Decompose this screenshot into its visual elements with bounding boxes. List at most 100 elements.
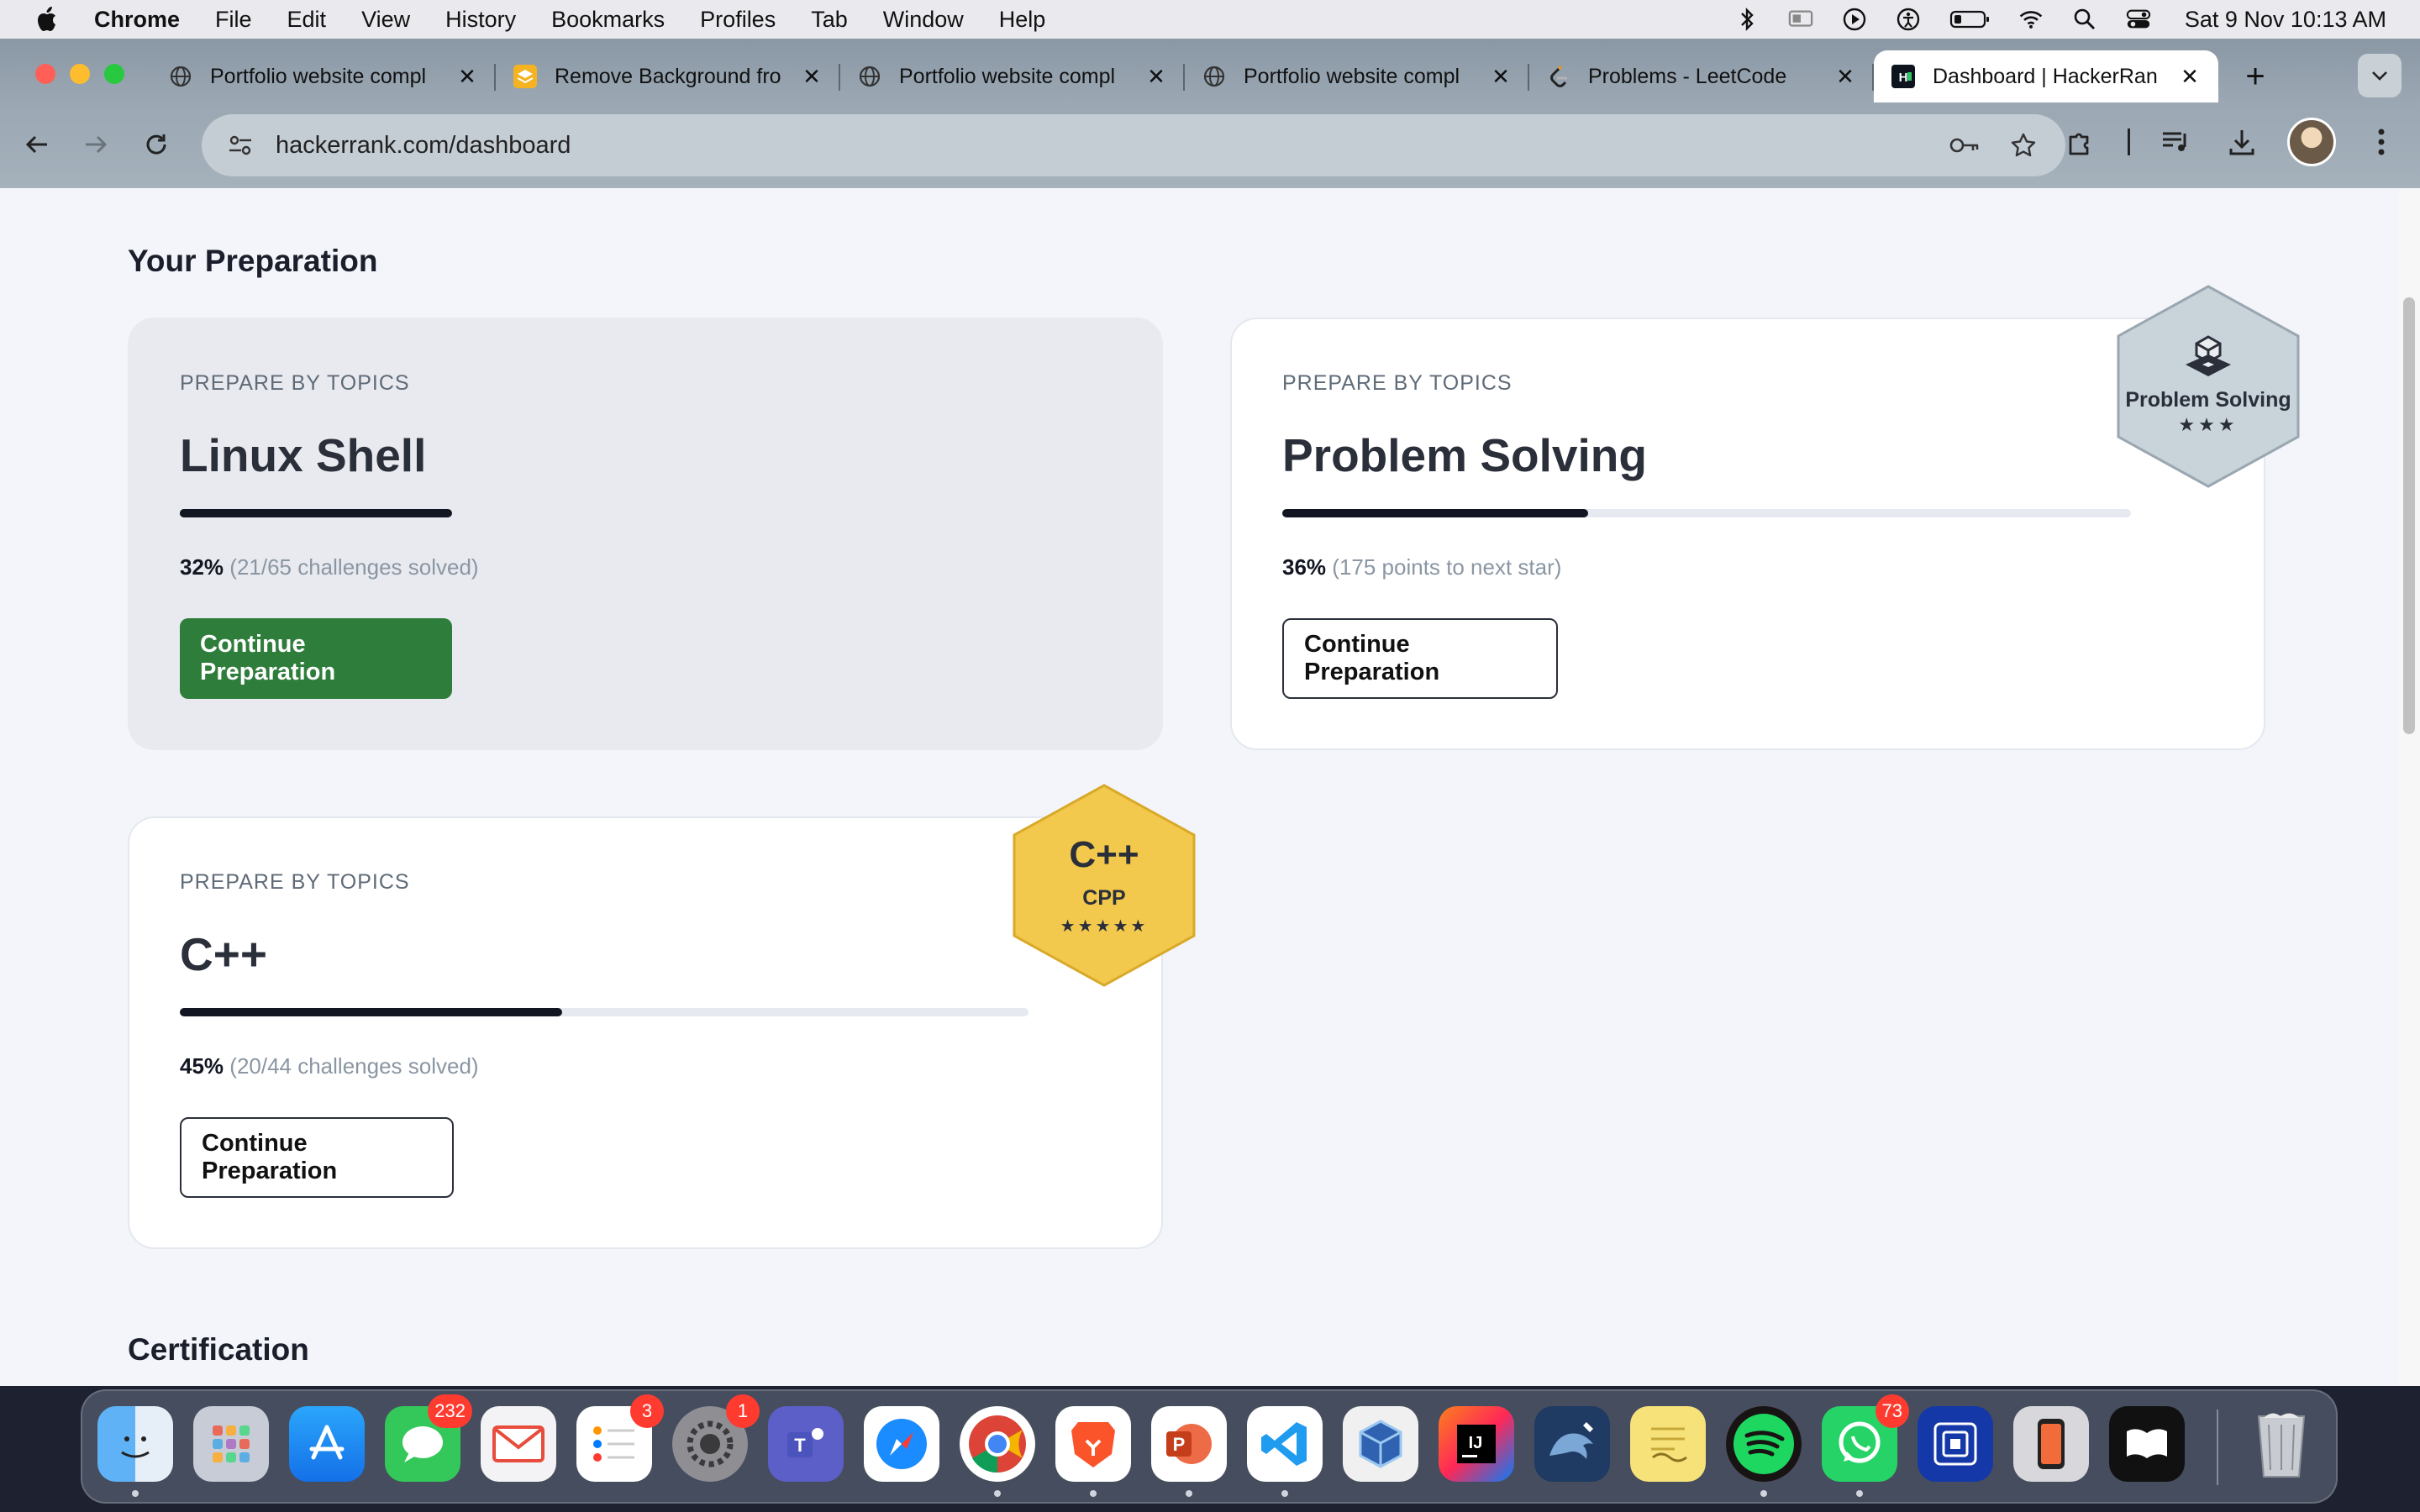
tab-search-button[interactable] <box>2358 54 2402 97</box>
bookmark-star-icon[interactable] <box>2007 129 2040 162</box>
brave-browser-icon[interactable] <box>1055 1406 1131 1497</box>
close-tab-icon[interactable]: ✕ <box>1833 64 1857 89</box>
tab-leetcode[interactable]: Problems - LeetCode ✕ <box>1529 50 1874 102</box>
menu-history[interactable]: History <box>445 7 516 33</box>
launchpad-icon[interactable] <box>193 1406 269 1482</box>
reminders-icon[interactable]: 3 <box>576 1394 664 1482</box>
tab-portfolio-1[interactable]: Portfolio website compl ✕ <box>151 50 496 102</box>
badge-content: Problem Solving ★★★ <box>2115 284 2302 489</box>
tab-remove-background[interactable]: Remove Background fro ✕ <box>496 50 840 102</box>
removebg-icon <box>513 64 538 89</box>
control-center-icon[interactable] <box>2126 7 2151 32</box>
media-queue-icon[interactable] <box>2156 122 2196 162</box>
tab-strip: Portfolio website compl ✕ Remove Backgro… <box>151 50 2279 102</box>
books-icon[interactable] <box>2109 1406 2185 1482</box>
intellij-idea-icon[interactable]: IJ <box>1439 1406 1514 1482</box>
progress-detail: (20/44 challenges solved) <box>229 1053 479 1079</box>
menu-tab[interactable]: Tab <box>811 7 848 33</box>
trash-icon[interactable] <box>2244 1406 2319 1482</box>
tab-portfolio-3[interactable]: Portfolio website compl ✕ <box>1185 50 1529 102</box>
google-chrome-icon[interactable] <box>960 1406 1035 1497</box>
screen-mirroring-icon[interactable] <box>1788 7 1813 32</box>
back-button[interactable] <box>15 123 59 166</box>
menu-app-name[interactable]: Chrome <box>94 7 180 33</box>
url-text[interactable]: hackerrank.com/dashboard <box>276 132 1948 160</box>
badge-label: Problem Solving <box>2125 387 2291 412</box>
profile-avatar[interactable] <box>2287 118 2336 166</box>
menu-window[interactable]: Window <box>883 7 964 33</box>
play-circle-icon[interactable] <box>1842 7 1867 32</box>
extensions-puzzle-icon[interactable] <box>2060 122 2101 162</box>
notification-badge: 3 <box>630 1394 664 1428</box>
messages-icon[interactable]: 232 <box>385 1394 472 1482</box>
scrollbar-thumb[interactable] <box>2403 297 2415 734</box>
prep-card-cpp[interactable]: PREPARE BY TOPICS C++ 45% (20/44 challen… <box>128 816 1163 1249</box>
problem-solving-badge[interactable]: Problem Solving ★★★ <box>2115 284 2302 489</box>
prep-card-linux-shell[interactable]: PREPARE BY TOPICS Linux Shell 32% (21/65… <box>128 318 1163 750</box>
download-icon[interactable] <box>2222 122 2262 162</box>
close-tab-icon[interactable]: ✕ <box>455 64 479 89</box>
spotlight-search-icon[interactable] <box>2072 7 2097 32</box>
card-topic-title[interactable]: C++ <box>180 927 267 981</box>
apple-logo-icon[interactable] <box>35 6 60 33</box>
stickies-icon[interactable] <box>1630 1406 1706 1482</box>
menu-help[interactable]: Help <box>999 7 1046 33</box>
cpp-logo-icon: C++ <box>1069 834 1139 875</box>
vs-code-icon[interactable] <box>1247 1406 1323 1497</box>
powerpoint-icon[interactable]: P <box>1151 1406 1227 1497</box>
svg-text:P: P <box>1173 1434 1186 1455</box>
close-tab-icon[interactable]: ✕ <box>2178 64 2202 89</box>
close-tab-icon[interactable]: ✕ <box>1144 64 1168 89</box>
close-window-button[interactable] <box>35 64 55 84</box>
section-title-your-preparation: Your Preparation <box>128 244 378 278</box>
tab-title: Portfolio website compl <box>899 64 1116 88</box>
whatsapp-icon[interactable]: 73 <box>1822 1394 1909 1497</box>
menu-view[interactable]: View <box>361 7 410 33</box>
continue-preparation-button[interactable]: Continue Preparation <box>1282 618 1558 699</box>
badge-stars: ★★★ <box>2178 413 2238 435</box>
menu-file[interactable]: File <box>215 7 252 33</box>
bluetooth-icon[interactable] <box>1734 7 1760 32</box>
menu-edit[interactable]: Edit <box>287 7 327 33</box>
mail-icon[interactable] <box>481 1406 556 1482</box>
tab-portfolio-2[interactable]: Portfolio website compl ✕ <box>840 50 1185 102</box>
system-settings-icon[interactable]: 1 <box>672 1394 760 1482</box>
microsoft-teams-icon[interactable]: T <box>768 1406 844 1482</box>
accessibility-icon[interactable] <box>1896 7 1921 32</box>
screen-capture-icon[interactable] <box>1918 1406 1993 1482</box>
cpp-badge[interactable]: C++ CPP ★★★★★ <box>1011 783 1197 988</box>
tab-hackerrank-dashboard[interactable]: H Dashboard | HackerRan ✕ <box>1874 50 2218 102</box>
progress-percent: 36% <box>1282 554 1327 580</box>
zoom-window-button[interactable] <box>104 64 124 84</box>
card-topic-title[interactable]: Linux Shell <box>180 428 426 482</box>
forward-button[interactable] <box>74 123 118 166</box>
address-bar[interactable]: hackerrank.com/dashboard <box>202 114 2065 176</box>
wifi-icon[interactable] <box>2018 7 2044 32</box>
close-tab-icon[interactable]: ✕ <box>800 64 823 89</box>
minimize-window-button[interactable] <box>70 64 90 84</box>
running-indicator <box>1856 1490 1863 1497</box>
menu-profiles[interactable]: Profiles <box>700 7 776 33</box>
menu-bookmarks[interactable]: Bookmarks <box>551 7 665 33</box>
app-store-icon[interactable] <box>289 1406 365 1482</box>
virtualbox-icon[interactable] <box>1343 1406 1418 1482</box>
continue-preparation-button[interactable]: Continue Preparation <box>180 618 452 699</box>
close-tab-icon[interactable]: ✕ <box>1489 64 1512 89</box>
card-topic-title[interactable]: Problem Solving <box>1282 428 1647 482</box>
page-scrollbar[interactable] <box>2398 188 2420 1386</box>
finder-icon[interactable] <box>97 1406 173 1497</box>
safari-icon[interactable] <box>864 1406 939 1482</box>
mysql-workbench-icon[interactable] <box>1534 1406 1610 1482</box>
reload-button[interactable] <box>134 123 178 166</box>
prep-card-problem-solving[interactable]: PREPARE BY TOPICS Problem Solving 36% (1… <box>1230 318 2265 750</box>
spotify-icon[interactable] <box>1726 1406 1802 1497</box>
iphone-mirroring-icon[interactable] <box>2013 1406 2089 1482</box>
new-tab-button[interactable]: + <box>2232 53 2279 100</box>
chrome-menu-icon[interactable] <box>2361 122 2402 162</box>
site-settings-icon[interactable] <box>224 129 257 162</box>
battery-icon[interactable] <box>1949 7 1990 32</box>
menubar-clock[interactable]: Sat 9 Nov 10:13 AM <box>2185 7 2386 33</box>
password-key-icon[interactable] <box>1948 129 1981 162</box>
continue-preparation-button[interactable]: Continue Preparation <box>180 1117 454 1198</box>
macos-menubar: Chrome File Edit View History Bookmarks … <box>0 0 2420 39</box>
